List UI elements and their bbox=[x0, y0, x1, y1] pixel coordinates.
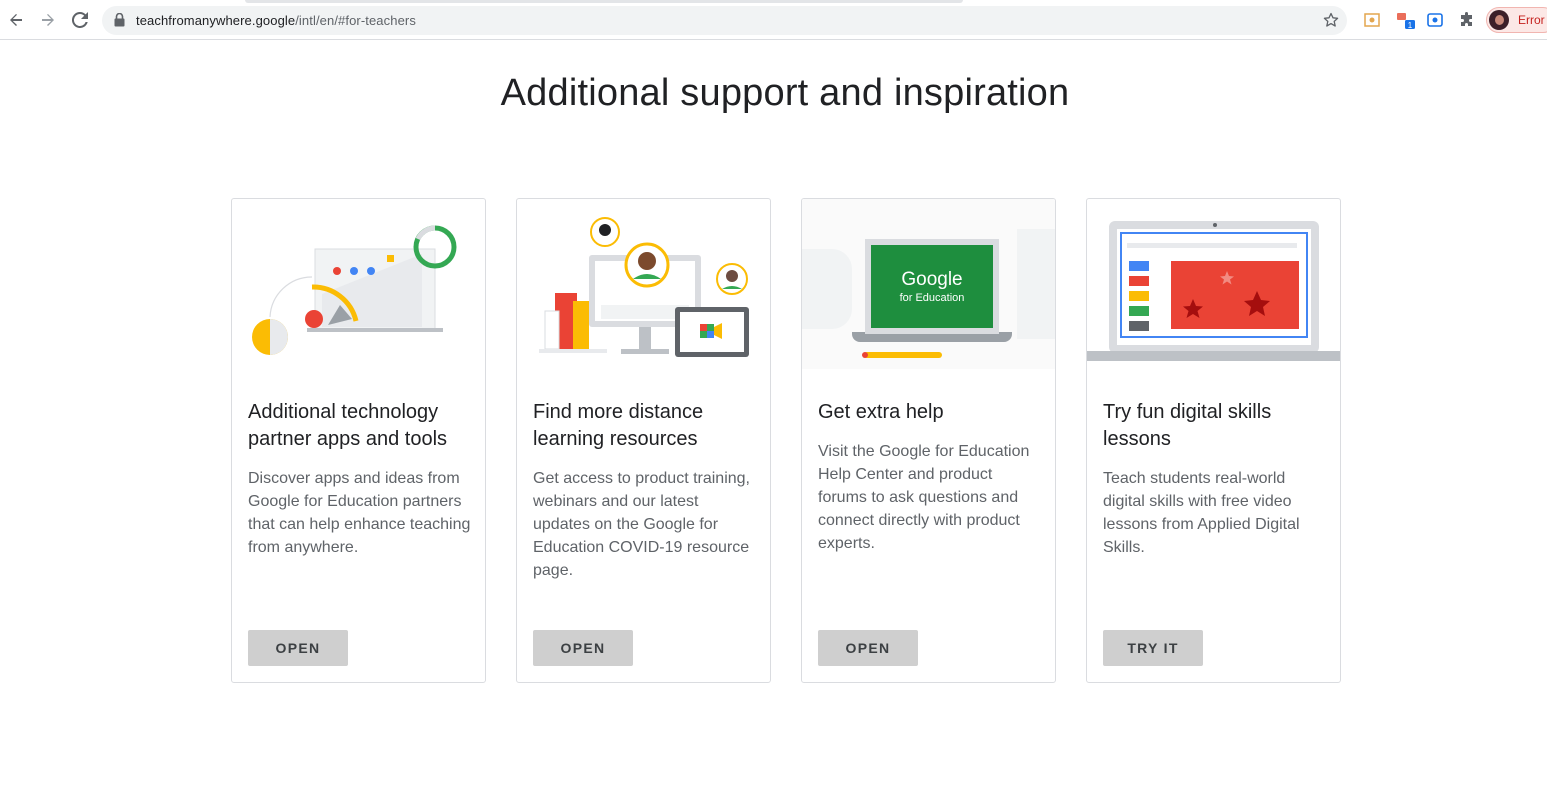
back-icon bbox=[10, 14, 22, 26]
card-description: Teach students real-world digital skills… bbox=[1103, 470, 1300, 556]
address-bar[interactable]: teachfromanywhere.google/intl/en/#for-te… bbox=[102, 6, 1347, 35]
url-domain: teachfromanywhere.google bbox=[136, 13, 296, 28]
brand-subtext: for Education bbox=[899, 292, 965, 304]
profile-avatar bbox=[1489, 10, 1509, 30]
browser-toolbar: teachfromanywhere.google/intl/en/#for-te… bbox=[0, 0, 1547, 40]
extensions-button[interactable] bbox=[1457, 10, 1477, 30]
screen-record-extension-icon bbox=[1427, 13, 1443, 27]
translate-extension-button[interactable]: 1 bbox=[1396, 10, 1416, 30]
card-title: Try fun digital skills lessons bbox=[1103, 401, 1272, 450]
star-icon[interactable] bbox=[1323, 12, 1339, 28]
open-distance-learning-button[interactable]: OPEN bbox=[533, 630, 633, 666]
profile-error-label: Error bbox=[1518, 13, 1545, 27]
section-heading: Additional support and inspiration bbox=[500, 72, 1070, 114]
digital-skills-laptop-illustration bbox=[1087, 221, 1340, 361]
open-partner-apps-button[interactable]: OPEN bbox=[248, 630, 348, 666]
profile-button[interactable]: Error bbox=[1486, 7, 1547, 33]
translate-extension-icon: 1 bbox=[1397, 13, 1415, 30]
card-description: Get access to product training, webinars… bbox=[533, 470, 750, 579]
open-help-center-button[interactable]: OPEN bbox=[818, 630, 918, 666]
card-digital-skills: Try fun digital skills lessons Teach stu… bbox=[1086, 198, 1341, 683]
google-for-education-illustration: Google for Education bbox=[802, 199, 1055, 369]
tab-strip-edge bbox=[245, 0, 963, 3]
card-title: Find more distance learning resources bbox=[533, 401, 704, 450]
extensions-puzzle-icon bbox=[1461, 12, 1472, 26]
screenshot-extension-icon bbox=[1364, 13, 1380, 27]
svg-text:1: 1 bbox=[1408, 21, 1413, 30]
distance-learning-illustration bbox=[539, 217, 749, 357]
screenshot-extension-button[interactable] bbox=[1362, 10, 1382, 30]
reload-button[interactable] bbox=[68, 8, 92, 32]
forward-icon bbox=[42, 14, 54, 26]
forward-button[interactable] bbox=[36, 8, 60, 32]
card-description: Visit the Google for Education Help Cent… bbox=[818, 443, 1030, 552]
back-button[interactable] bbox=[4, 8, 28, 32]
card-distance-learning: Find more distance learning resources Ge… bbox=[516, 198, 771, 683]
card-extra-help: Google for Education Get extra help Visi… bbox=[801, 198, 1056, 683]
partner-apps-illustration bbox=[252, 225, 457, 355]
card-description: Discover apps and ideas from Google for … bbox=[248, 470, 471, 556]
card-title: Get extra help bbox=[818, 401, 944, 423]
url-path: /intl/en/#for-teachers bbox=[295, 13, 416, 28]
brand-text: Google bbox=[901, 269, 963, 290]
screen-record-extension-button[interactable] bbox=[1425, 10, 1445, 30]
lock-icon bbox=[114, 13, 125, 27]
card-title: Additional technology partner apps and t… bbox=[248, 401, 448, 450]
reload-icon bbox=[72, 12, 88, 28]
try-it-button[interactable]: TRY IT bbox=[1103, 630, 1203, 666]
url-text[interactable]: teachfromanywhere.google/intl/en/#for-te… bbox=[136, 13, 416, 28]
card-partner-apps: Additional technology partner apps and t… bbox=[231, 198, 486, 683]
